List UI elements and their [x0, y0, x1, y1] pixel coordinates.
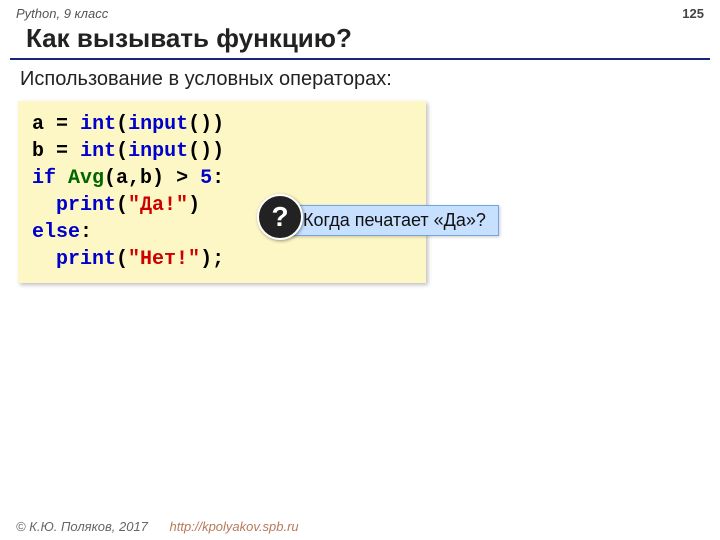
code-line-2: b = int(input())	[32, 138, 412, 165]
code-line-3: if Avg(a,b) > 5:	[32, 165, 412, 192]
code-block: a = int(input()) b = int(input()) if Avg…	[18, 101, 426, 283]
header-bar: Python, 9 класс 125	[0, 0, 720, 21]
page-number: 125	[682, 6, 704, 21]
course-label: Python, 9 класс	[16, 6, 108, 21]
subtitle: Использование в условных операторах:	[0, 60, 720, 97]
page-title: Как вызывать функцию?	[10, 21, 710, 60]
callout-text: Когда печатает «Да»?	[303, 210, 486, 230]
code-line-6: print("Нет!");	[32, 246, 412, 273]
question-mark-icon: ?	[257, 194, 303, 240]
footer-copyright: © К.Ю. Поляков, 2017	[16, 519, 148, 534]
footer-url: http://kpolyakov.spb.ru	[170, 519, 299, 534]
callout-box: Когда печатает «Да»?	[290, 205, 499, 236]
footer: © К.Ю. Поляков, 2017 http://kpolyakov.sp…	[16, 519, 299, 534]
code-line-1: a = int(input())	[32, 111, 412, 138]
